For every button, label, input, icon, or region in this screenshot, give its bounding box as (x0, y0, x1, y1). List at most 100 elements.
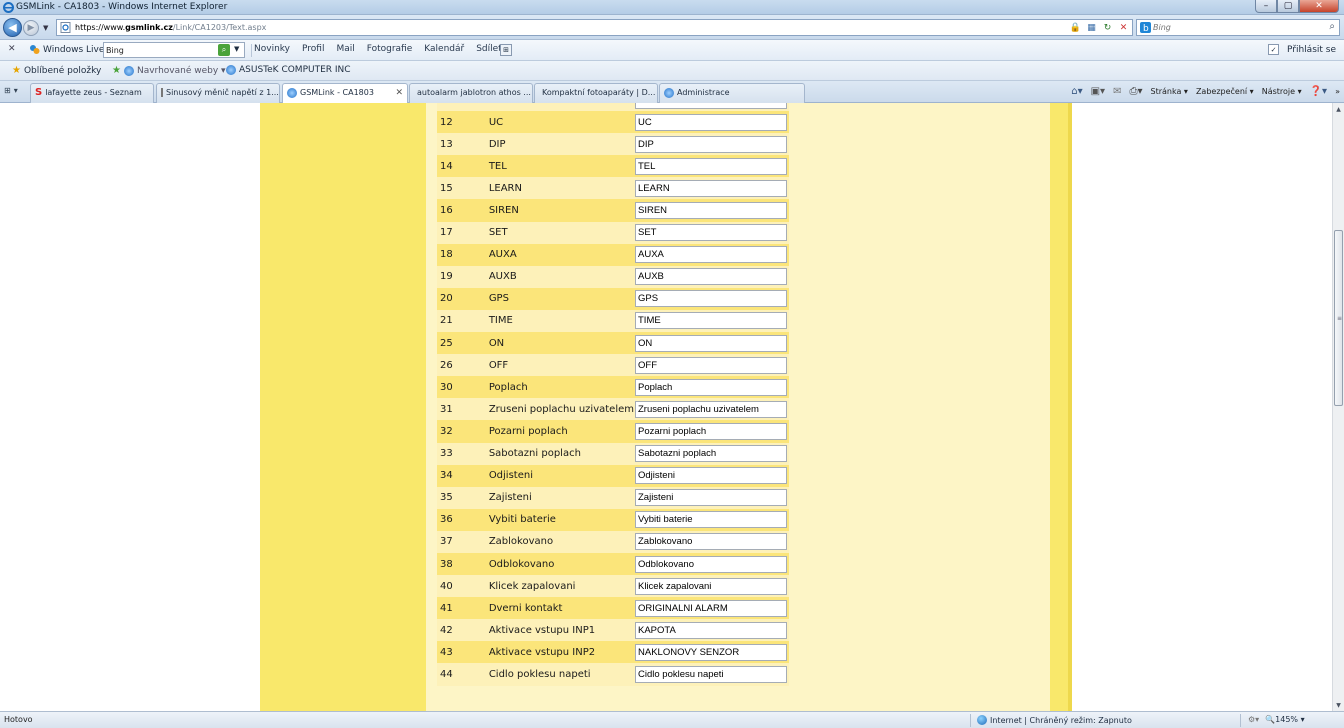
live-search-dropdown-icon[interactable]: ▼ (234, 45, 239, 53)
suggested-sites-link[interactable]: ★ Navrhované weby ▾ (112, 65, 226, 76)
row-value-input[interactable] (635, 356, 787, 374)
scroll-down-icon[interactable]: ▼ (1333, 699, 1344, 711)
row-value-input[interactable] (635, 533, 787, 551)
live-link-mail[interactable]: Mail (336, 44, 354, 54)
live-link-fotografie[interactable]: Fotografie (367, 44, 413, 54)
search-icon[interactable]: ⌕ (1329, 21, 1335, 32)
scroll-up-icon[interactable]: ▲ (1333, 103, 1344, 115)
live-link-novinky[interactable]: Novinky (254, 44, 290, 54)
scroll-thumb[interactable]: ≡ (1334, 230, 1343, 406)
row-value-input[interactable] (635, 179, 787, 197)
row-value-input[interactable] (635, 378, 787, 396)
live-search-go-icon[interactable]: ⌕ (218, 44, 230, 56)
row-value-input[interactable] (635, 621, 787, 639)
chevron-more-icon[interactable]: » (1335, 87, 1340, 96)
row-value-input[interactable] (635, 312, 787, 330)
row-value-input[interactable] (635, 577, 787, 595)
stop-icon[interactable]: ✕ (1117, 21, 1130, 34)
row-value-input[interactable] (635, 135, 787, 153)
address-icons: 🔒 ▦ ↻ ✕ (1069, 21, 1130, 34)
row-value-input[interactable] (635, 665, 787, 683)
close-tab-icon[interactable]: ✕ (395, 88, 403, 98)
row-value-cell (634, 619, 789, 642)
row-value-cell (634, 332, 789, 355)
bing-logo-icon: b (1140, 22, 1151, 33)
row-name: Dverni kontakt (488, 597, 634, 620)
row-value-cell (634, 133, 789, 156)
safety-menu[interactable]: Zabezpečení ▾ (1196, 87, 1254, 96)
row-value-input[interactable] (635, 157, 787, 175)
live-search-input[interactable] (106, 44, 216, 56)
tab-administrace[interactable]: Administrace (659, 83, 805, 103)
feeds-icon[interactable]: ▣▾ (1091, 86, 1105, 97)
compatibility-view-icon[interactable]: ▦ (1085, 21, 1098, 34)
close-window-button[interactable]: ✕ (1299, 0, 1339, 13)
live-link-profil[interactable]: Profil (302, 44, 324, 54)
row-value-input[interactable] (635, 224, 787, 242)
security-zone[interactable]: Internet | Chráněný režim: Zapnuto (977, 715, 1132, 725)
zoom-control[interactable]: 🔍145% ▾ (1265, 715, 1304, 724)
row-id: 11 (437, 103, 489, 112)
security-lock-icon[interactable]: 🔒 (1069, 21, 1082, 34)
row-value-input[interactable] (635, 290, 787, 308)
url-prefix: https://www. (75, 23, 126, 32)
asus-favorite-link[interactable]: ASUSTeK COMPUTER INC (226, 65, 351, 75)
search-input[interactable] (1153, 21, 1313, 34)
tab-autoalarm[interactable]: autoalarm jablotron athos ... (409, 83, 533, 103)
live-link-kalendar[interactable]: Kalendář (424, 44, 464, 54)
tab-seznam[interactable]: S lafayette zeus - Seznam (30, 83, 154, 103)
table-row: 11MC (437, 103, 789, 112)
row-value-input[interactable] (635, 489, 787, 507)
row-value-input[interactable] (635, 334, 787, 352)
row-value-input[interactable] (635, 643, 787, 661)
row-value-input[interactable] (635, 555, 787, 573)
row-value-input[interactable] (635, 103, 787, 109)
page-menu[interactable]: Stránka ▾ (1151, 87, 1188, 96)
minimize-button[interactable]: – (1255, 0, 1277, 13)
forward-button[interactable]: ▶ (23, 20, 39, 36)
row-value-input[interactable] (635, 599, 787, 617)
signin-link[interactable]: Přihlásit se (1287, 45, 1336, 55)
quick-tabs-icon[interactable]: ⊞ (4, 86, 11, 95)
tab-gsmlink[interactable]: GSMLink - CA1803 ✕ (282, 83, 408, 104)
row-value-input[interactable] (635, 113, 787, 131)
row-value-input[interactable] (635, 511, 787, 529)
address-bar: ◀ ▶ ▼ https://www.gsmlink.cz/Link/CA1203… (0, 15, 1344, 40)
url-box[interactable]: https://www.gsmlink.cz/Link/CA1203/Text.… (56, 19, 1133, 36)
refresh-icon[interactable]: ↻ (1101, 21, 1114, 34)
windows-live-brand[interactable]: Windows Live (29, 44, 104, 55)
row-value-input[interactable] (635, 445, 787, 463)
favorites-button[interactable]: ★ Oblíbené položky (12, 65, 101, 76)
live-search-box[interactable]: ⌕ ▼ (103, 42, 245, 58)
quick-tabs[interactable]: ⊞ ▾ (4, 86, 18, 95)
row-value-input[interactable] (635, 268, 787, 286)
back-button[interactable]: ◀ (3, 18, 22, 37)
protected-mode-icon[interactable]: ⚙▾ (1248, 715, 1259, 724)
recent-pages-dropdown-icon[interactable]: ▼ (43, 24, 48, 32)
close-toolbar-icon[interactable]: ✕ (8, 44, 16, 54)
toolbar-options-icon[interactable]: ⊞ (500, 44, 512, 56)
row-value-input[interactable] (635, 422, 787, 440)
row-value-input[interactable] (635, 246, 787, 264)
tools-menu[interactable]: Nástroje ▾ (1262, 87, 1302, 96)
signin-checkbox-icon[interactable]: ✓ (1268, 44, 1279, 55)
tab-list-dropdown-icon[interactable]: ▾ (14, 86, 18, 95)
help-icon[interactable]: ❓▾ (1310, 86, 1327, 97)
home-icon[interactable]: ⌂▾ (1071, 86, 1082, 97)
read-mail-icon[interactable]: ✉ (1113, 86, 1121, 97)
row-name: AUXA (488, 243, 634, 266)
print-icon[interactable]: ⎙▾ (1129, 86, 1142, 97)
row-value-input[interactable] (635, 400, 787, 418)
maximize-button[interactable]: ▢ (1277, 0, 1299, 13)
row-value-input[interactable] (635, 202, 787, 220)
row-value-cell (634, 420, 789, 443)
ie-page-icon (664, 88, 674, 98)
vertical-scrollbar[interactable]: ▲ ≡ ▼ (1332, 103, 1344, 711)
url-text[interactable]: https://www.gsmlink.cz/Link/CA1203/Text.… (75, 23, 266, 32)
row-value-input[interactable] (635, 467, 787, 485)
search-box[interactable]: b ⌕ (1136, 19, 1340, 36)
row-id: 17 (437, 221, 489, 244)
tab-sinusovy-menic[interactable]: Sinusový měnič napětí z 1... (156, 83, 280, 103)
live-link-sdilet[interactable]: Sdílet (476, 44, 502, 54)
tab-fotoaparaty[interactable]: Kompaktní fotoaparáty | D... (534, 83, 658, 103)
